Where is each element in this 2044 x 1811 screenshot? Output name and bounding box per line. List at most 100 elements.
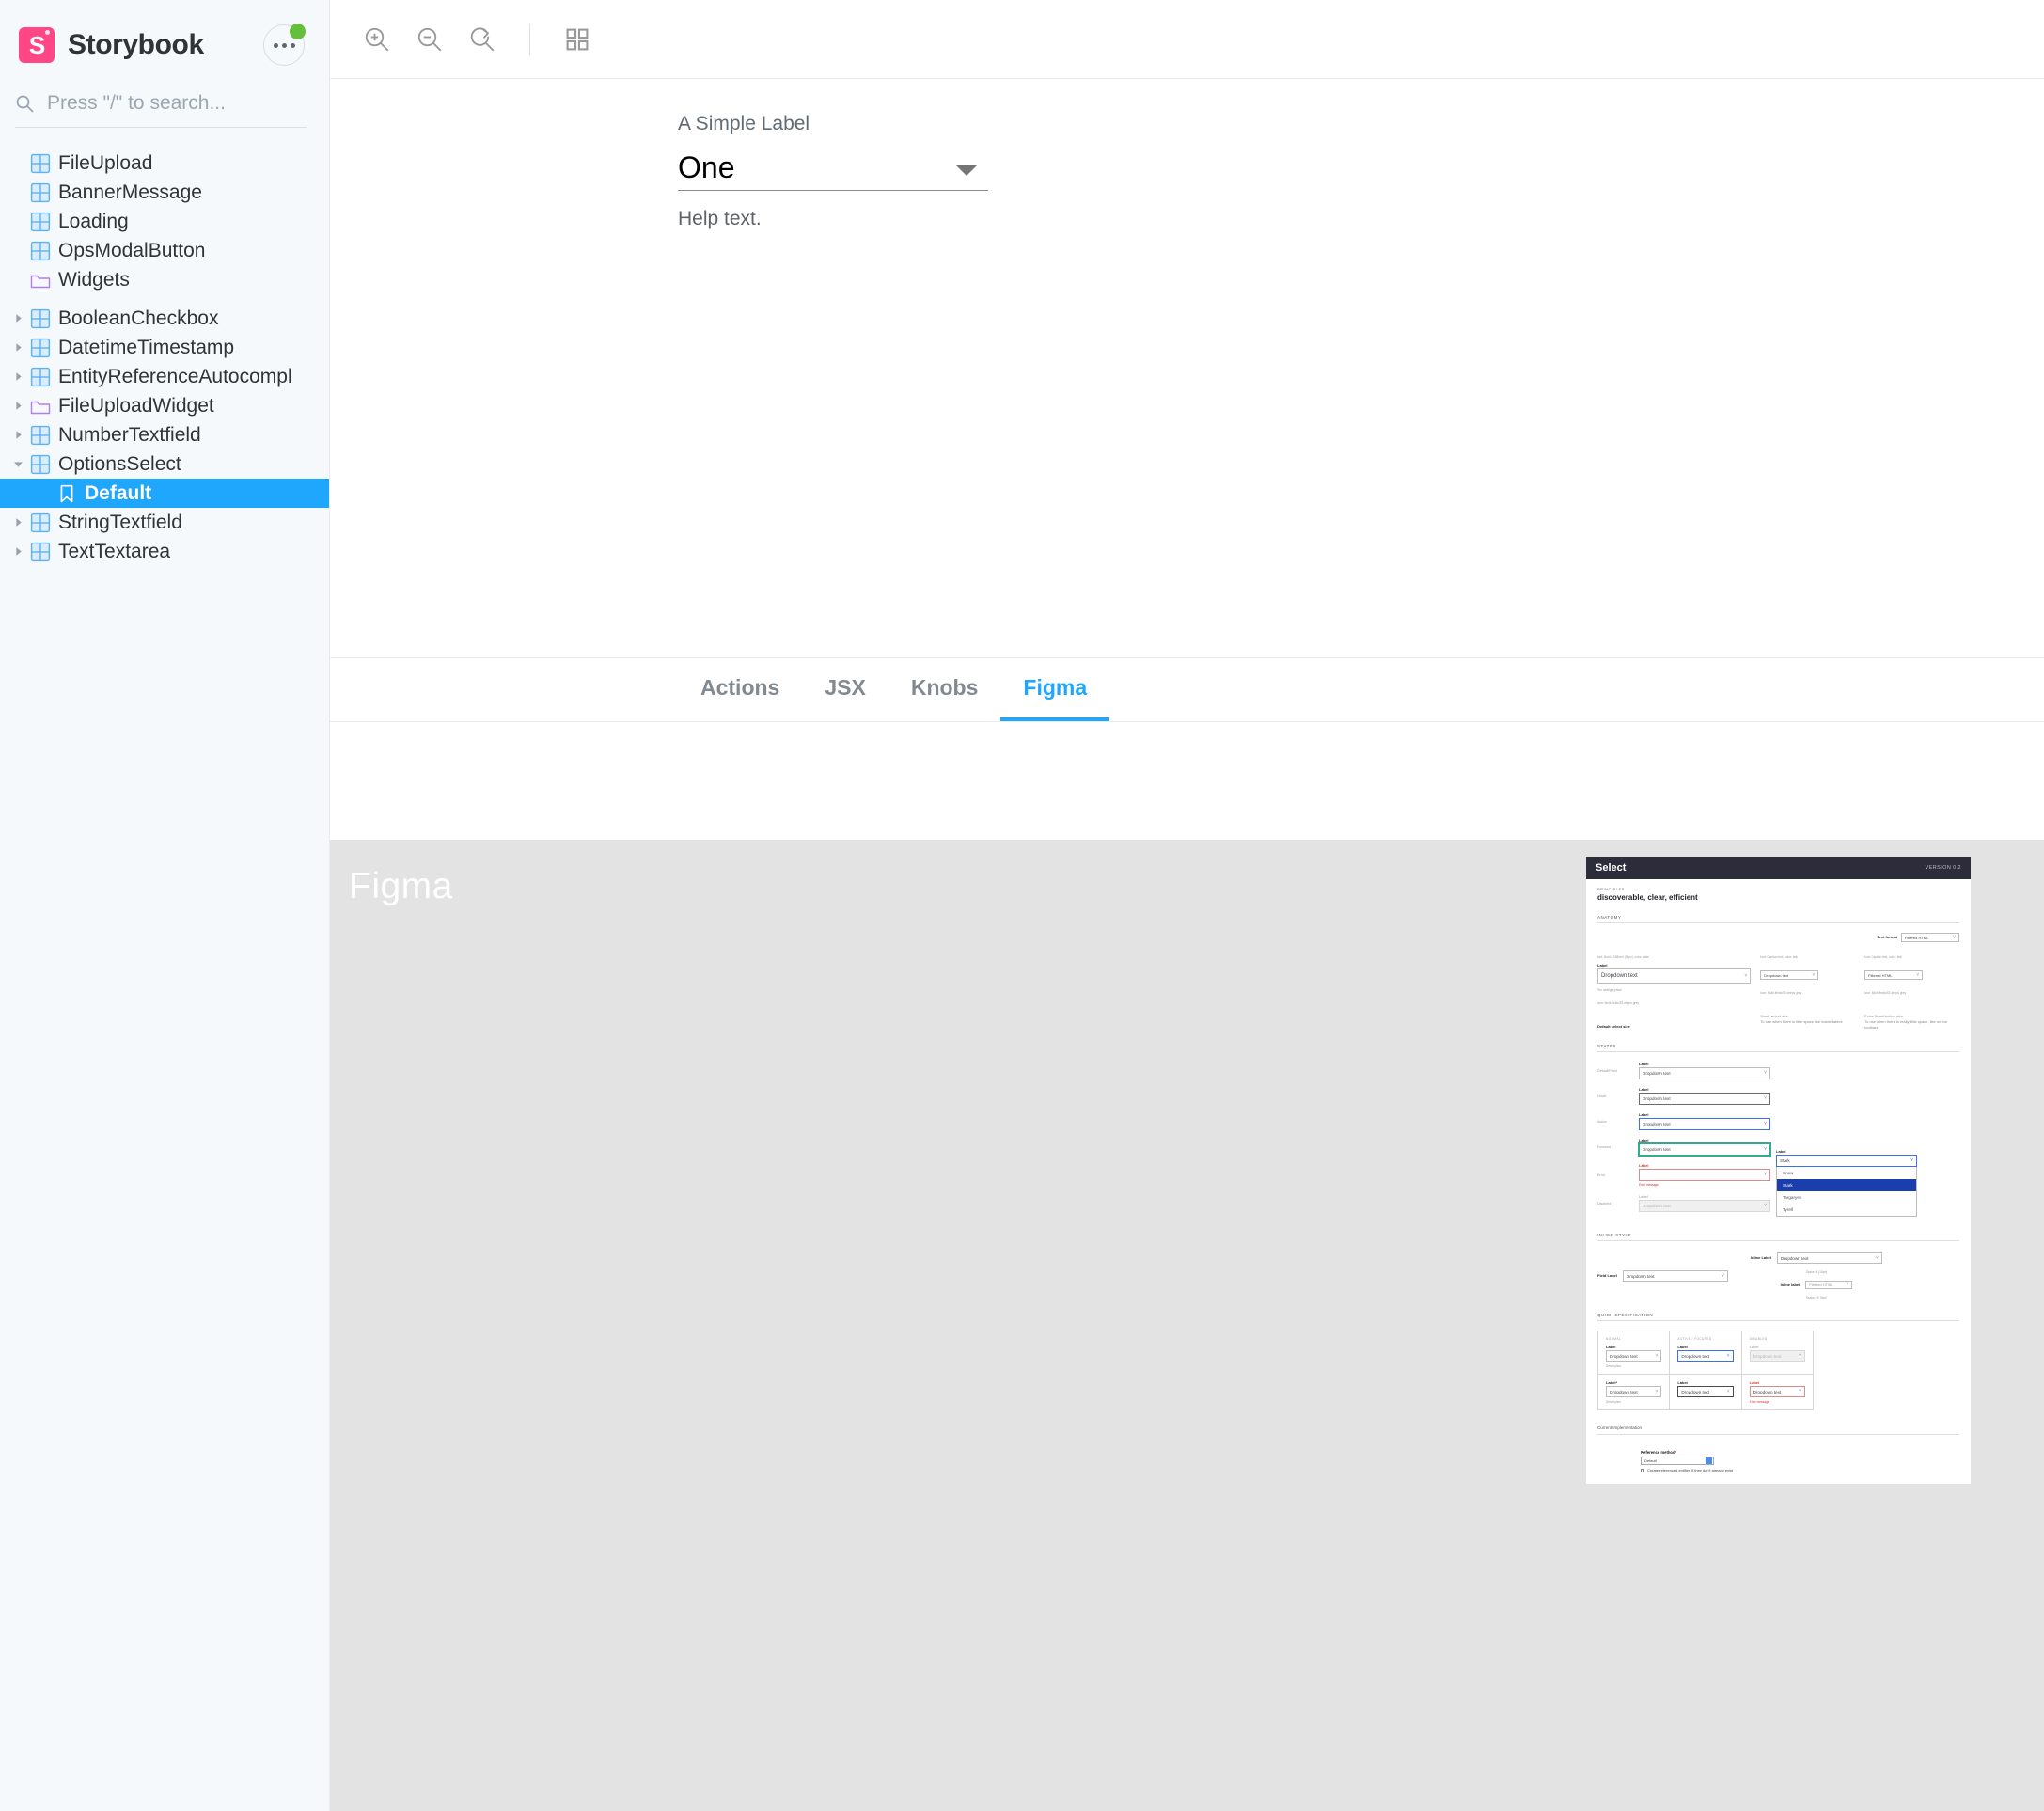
- brand[interactable]: S Storybook: [19, 27, 263, 63]
- caret-right-icon[interactable]: [8, 516, 28, 528]
- sidebar-item-numbertextfield[interactable]: NumberTextfield: [0, 420, 329, 449]
- caret-right-icon[interactable]: [8, 545, 28, 558]
- dropdown-option[interactable]: Tyrell: [1777, 1204, 1916, 1216]
- sidebar-item-entityreferenceautocompl[interactable]: EntityReferenceAutocompl: [0, 362, 329, 391]
- brand-name: Storybook: [68, 29, 204, 60]
- caret-right-icon[interactable]: [8, 429, 28, 441]
- tab-jsx[interactable]: JSX: [802, 675, 888, 721]
- quick-spec-select[interactable]: Dropdown text ˅: [1677, 1350, 1734, 1362]
- caret-right-icon[interactable]: [8, 370, 28, 383]
- zoom-in-button[interactable]: [351, 13, 403, 66]
- quick-spec-cell: ACTIVE / FOCUSED Label Dropdown text ˅: [1670, 1331, 1742, 1374]
- quick-spec-value: Dropdown text: [1610, 1389, 1638, 1394]
- reference-method-label-text: Reference method: [1641, 1450, 1675, 1455]
- quick-spec-note: Description.: [1606, 1364, 1622, 1368]
- component-grid-icon: [28, 153, 53, 174]
- component-grid-icon: [30, 212, 51, 231]
- state-select[interactable]: Dropdown text ˅: [1639, 1067, 1770, 1079]
- grid-background-icon: [566, 28, 589, 50]
- chevron-down-icon: ˅: [1953, 934, 1956, 940]
- sidebar-item-label: FileUpload: [58, 151, 153, 174]
- quick-spec-select[interactable]: Dropdown text ˅: [1749, 1386, 1805, 1397]
- reference-method-label: Reference method*: [1641, 1450, 1959, 1455]
- search-input[interactable]: [47, 92, 307, 115]
- caret-right-icon[interactable]: [8, 312, 28, 324]
- sidebar-item-booleancheckbox[interactable]: BooleanCheckbox: [0, 304, 329, 333]
- chevron-down-icon: ˅: [1744, 972, 1748, 979]
- sidebar-item-default[interactable]: Default: [0, 479, 329, 508]
- chevron-down-icon: ˅: [1846, 1282, 1849, 1287]
- state-select[interactable]: Dropdown text ˅: [1639, 1093, 1770, 1105]
- quick-spec-value: Dropdown text: [1681, 1353, 1709, 1359]
- caret-right-icon[interactable]: [8, 400, 28, 412]
- ellipsis-menu-button[interactable]: [263, 24, 306, 66]
- state-select[interactable]: Dropdown text ˅: [1639, 1143, 1770, 1156]
- state-name: Active: [1597, 1119, 1607, 1124]
- quick-spec-select[interactable]: Dropdown text ˅: [1749, 1350, 1805, 1362]
- quick-spec-select[interactable]: Dropdown text ˅: [1606, 1386, 1662, 1397]
- quick-spec-cell: Label* Dropdown text ˅ Description.: [1598, 1375, 1671, 1409]
- tab-actions[interactable]: Actions: [678, 675, 802, 721]
- checkbox-icon[interactable]: [1641, 1468, 1644, 1472]
- sidebar-item-label: FileUploadWidget: [58, 394, 214, 417]
- folder-icon: [30, 275, 51, 288]
- open-dropdown-trigger[interactable]: Stark ˅: [1776, 1155, 1917, 1167]
- zoom-out-button[interactable]: [403, 13, 456, 66]
- options-select[interactable]: One: [678, 152, 988, 191]
- space-note: Space M (16px): [1805, 1270, 1828, 1274]
- ellipsis-dot: [281, 42, 287, 48]
- dropdown-option[interactable]: Snow: [1777, 1167, 1916, 1179]
- sidebar-item-loading[interactable]: Loading: [0, 207, 329, 236]
- states-open-dropdown: Label Stark ˅ Snow Stark Targaryen Tyrell: [1776, 1149, 1917, 1220]
- grid-background-button[interactable]: [551, 13, 604, 66]
- inline-select-2[interactable]: Filtered HTML ˅: [1805, 1281, 1853, 1289]
- dropdown-option[interactable]: Targaryen: [1777, 1191, 1916, 1204]
- state-select[interactable]: Dropdown text ˅: [1639, 1200, 1770, 1212]
- quick-spec-value: Dropdown text: [1610, 1353, 1638, 1359]
- component-grid-icon: [28, 512, 53, 533]
- sidebar-item-fileupload[interactable]: FileUpload: [0, 149, 329, 178]
- anatomy-small-value: Dropdown text: [1764, 972, 1789, 978]
- figma-doc-header: Select VERSION 0.2: [1586, 857, 1971, 879]
- anatomy-select[interactable]: Dropdown text ˅: [1597, 968, 1752, 984]
- text-format-select[interactable]: Filtered HTML ˅: [1901, 933, 1959, 942]
- anatomy-note: icon: Multi-fields/53 deeps grey: [1597, 1001, 1639, 1005]
- caret-down-icon[interactable]: [8, 458, 28, 470]
- state-select[interactable]: Dropdown text ˅: [1639, 1118, 1770, 1130]
- quick-spec-select[interactable]: Dropdown text ˅: [1677, 1386, 1734, 1397]
- chevron-down-icon: ˅: [1764, 1121, 1767, 1126]
- inline-select[interactable]: Dropdown text ˅: [1776, 1252, 1882, 1264]
- anatomy-note: font: Bold 0.938rem (15px), color: slate: [1597, 955, 1649, 959]
- zoom-in-icon: [365, 27, 389, 51]
- sidebar-item-texttextarea[interactable]: TextTextarea: [0, 537, 329, 566]
- anatomy-small-select[interactable]: Dropdown text ˅: [1760, 970, 1819, 980]
- quick-spec-select[interactable]: Dropdown text ˅: [1606, 1350, 1662, 1362]
- search-bar[interactable]: [15, 92, 307, 128]
- inline-label: Inline Label: [1750, 1255, 1771, 1260]
- field-select[interactable]: Dropdown text ˅: [1622, 1270, 1728, 1282]
- sidebar-item-optionsselect[interactable]: OptionsSelect: [0, 449, 329, 479]
- component-grid-icon: [28, 425, 53, 446]
- component-grid-icon: [30, 454, 51, 474]
- tab-knobs[interactable]: Knobs: [888, 675, 1001, 721]
- anatomy-caption-sub: To use when there is really little space…: [1864, 1019, 1947, 1030]
- dropdown-option[interactable]: Stark: [1777, 1179, 1916, 1191]
- state-label: Label: [1639, 1194, 1648, 1199]
- sidebar-item-datetimetimestamp[interactable]: DatetimeTimestamp: [0, 333, 329, 362]
- state-select[interactable]: ˅: [1639, 1169, 1770, 1181]
- sidebar-item-widgets[interactable]: Widgets: [0, 265, 329, 294]
- anatomy-xsmall-select[interactable]: Filtered HTML ˅: [1864, 970, 1924, 980]
- sidebar-item-bannermessage[interactable]: BannerMessage: [0, 178, 329, 207]
- component-grid-icon: [30, 182, 51, 202]
- figma-embed-document[interactable]: Select VERSION 0.2 PRINCIPLES discoverab…: [1586, 857, 1971, 1484]
- tab-figma[interactable]: Figma: [1000, 675, 1110, 721]
- sidebar-item-fileuploadwidget[interactable]: FileUploadWidget: [0, 391, 329, 420]
- zoom-reset-button[interactable]: [456, 13, 509, 66]
- figma-addon-canvas: Figma Select VERSION 0.2 PRINCIPLES disc…: [330, 840, 2044, 1811]
- sidebar-item-label: OpsModalButton: [58, 239, 206, 261]
- caret-right-icon[interactable]: [8, 341, 28, 354]
- sidebar-item-stringtextfield[interactable]: StringTextfield: [0, 508, 329, 537]
- sidebar-item-opsmodalbutton[interactable]: OpsModalButton: [0, 236, 329, 265]
- reference-method-select[interactable]: Default: [1641, 1457, 1714, 1465]
- create-entities-checkbox-row[interactable]: Create referenced entities if they don't…: [1641, 1468, 1959, 1472]
